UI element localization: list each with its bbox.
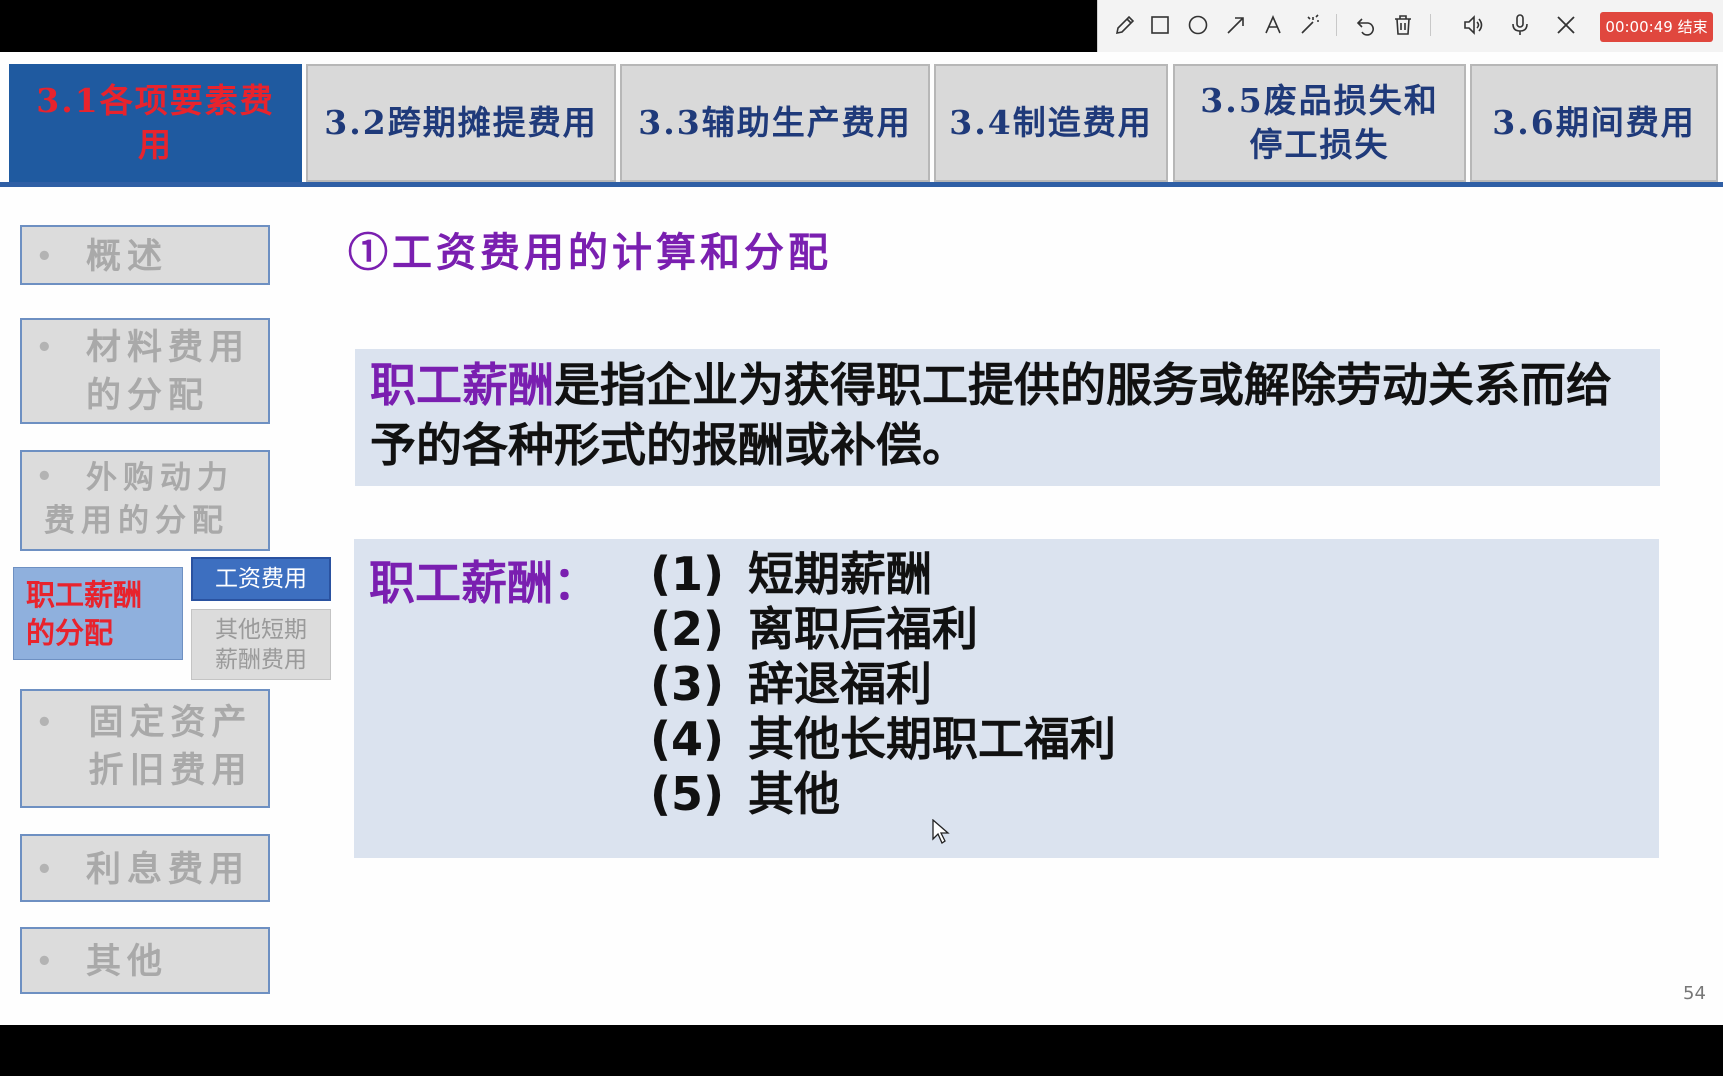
microphone-icon[interactable] [1508,13,1532,37]
list-item-number: (4) [650,712,725,766]
sidebar-item-power[interactable]: • 外购动力费用的分配 [20,450,270,551]
definition-term: 职工薪酬 [370,358,554,412]
list-item-number: (5) [650,767,725,821]
list-item-number: (3) [650,657,725,711]
tab-label: 3.5废品损失和停工损失 [1200,81,1439,164]
sidebar-item-label: 职工薪酬的分配 [26,578,143,650]
sub-item-label: 工资费用 [215,566,307,592]
definition-text: 职工薪酬是指企业为获得职工提供的服务或解除劳动关系而给予的各种形式的报酬或补偿。 [370,355,1655,475]
list-item: (2) 离职后福利 [650,602,1116,657]
tab-label: 3.3辅助生产费用 [638,103,912,142]
arrow-icon[interactable] [1224,13,1248,37]
list-item-number: (1) [650,547,725,601]
definition-box: 职工薪酬是指企业为获得职工提供的服务或解除劳动关系而给予的各种形式的报酬或补偿。 [355,349,1660,486]
slide: 3.1各项要素费用 3.2跨期摊提费用 3.3辅助生产费用 3.4制造费用 3.… [0,52,1723,1025]
pen-icon[interactable] [1113,13,1137,37]
list-item-text: 其他长期职工福利 [748,712,1116,766]
bullet: • [36,947,59,977]
list-item-text: 辞退福利 [748,657,932,711]
mouse-cursor-icon [932,818,950,849]
payroll-types-list: (1) 短期薪酬 (2) 离职后福利 (3) 辞退福利 (4) 其他长期职工福利 (5)… [650,547,1116,822]
sub-item-label: 其他短期薪酬费用 [215,617,307,673]
list-item: (3) 辞退福利 [650,657,1116,712]
close-icon[interactable] [1554,13,1578,37]
stop-recording-button[interactable]: 00:00:49 结束 [1600,12,1713,42]
list-label: 职工薪酬： [369,556,599,610]
list-item-text: 离职后福利 [748,602,978,656]
sidebar-item-label: 外购动力费用的分配 [44,460,234,539]
list-item-text: 短期薪酬 [748,547,932,601]
recording-timer: 00:00:49 [1605,18,1673,36]
bullet: • [36,855,59,885]
trash-icon[interactable] [1391,13,1415,37]
end-label: 结束 [1677,18,1708,36]
bullet: • [36,242,59,272]
tab-3-6[interactable]: 3.6期间费用 [1470,64,1718,182]
magic-wand-icon[interactable] [1298,13,1322,37]
sidebar-item-depreciation[interactable]: • 固定资产折旧费用 [20,689,270,808]
sidebar-item-materials[interactable]: • 材料费用的分配 [20,318,270,424]
sidebar-item-overview[interactable]: • 概述 [20,225,270,285]
section-heading: ①工资费用的计算和分配 [348,229,832,276]
bullet: • [36,708,59,738]
sidebar-item-label: 概述 [86,236,169,277]
list-item-number: (2) [650,602,725,656]
tab-3-2[interactable]: 3.2跨期摊提费用 [306,64,616,182]
tab-label: 3.1各项要素费用 [36,81,275,164]
tab-label: 3.6期间费用 [1492,103,1696,142]
sidebar-item-label: 其他 [86,941,169,982]
sidebar-item-interest[interactable]: • 利息费用 [20,834,270,902]
list-item: (1) 短期薪酬 [650,547,1116,602]
sidebar-item-label: 利息费用 [86,849,251,890]
tab-label: 3.2跨期摊提费用 [324,103,598,142]
sidebar-item-label: 固定资产折旧费用 [88,702,253,791]
sub-item-other-short-term[interactable]: 其他短期薪酬费用 [191,609,331,680]
tab-3-4[interactable]: 3.4制造费用 [934,64,1168,182]
payroll-types-box: 职工薪酬： (1) 短期薪酬 (2) 离职后福利 (3) 辞退福利 (4) 其他长期职工… [354,539,1659,858]
sidebar-item-payroll[interactable]: 职工薪酬的分配 [13,567,183,660]
tab-3-3[interactable]: 3.3辅助生产费用 [620,64,930,182]
ellipse-icon[interactable] [1186,13,1210,37]
sidebar-item-other[interactable]: • 其他 [20,927,270,994]
rectangle-icon[interactable] [1148,13,1172,37]
bullet: • [36,333,59,363]
bottom-black-bar [0,1025,1723,1076]
undo-icon[interactable] [1354,13,1378,37]
definition-body: 是指企业为获得职工提供的服务或解除劳动关系而给予的各种形式的报酬或补偿。 [370,358,1612,472]
sidebar-item-label: 材料费用的分配 [86,327,251,416]
speaker-icon[interactable] [1462,13,1486,37]
tab-label: 3.4制造费用 [949,103,1153,142]
tabs-divider [0,182,1723,187]
list-item-text: 其他 [748,767,840,821]
page-number: 54 [1683,983,1706,1004]
list-item: (4) 其他长期职工福利 [650,712,1116,767]
text-icon[interactable] [1261,13,1285,37]
list-item: (5) 其他 [650,767,1116,822]
tab-3-1[interactable]: 3.1各项要素费用 [9,64,302,182]
sub-item-wages[interactable]: 工资费用 [191,557,331,601]
tab-3-5[interactable]: 3.5废品损失和停工损失 [1173,64,1466,182]
